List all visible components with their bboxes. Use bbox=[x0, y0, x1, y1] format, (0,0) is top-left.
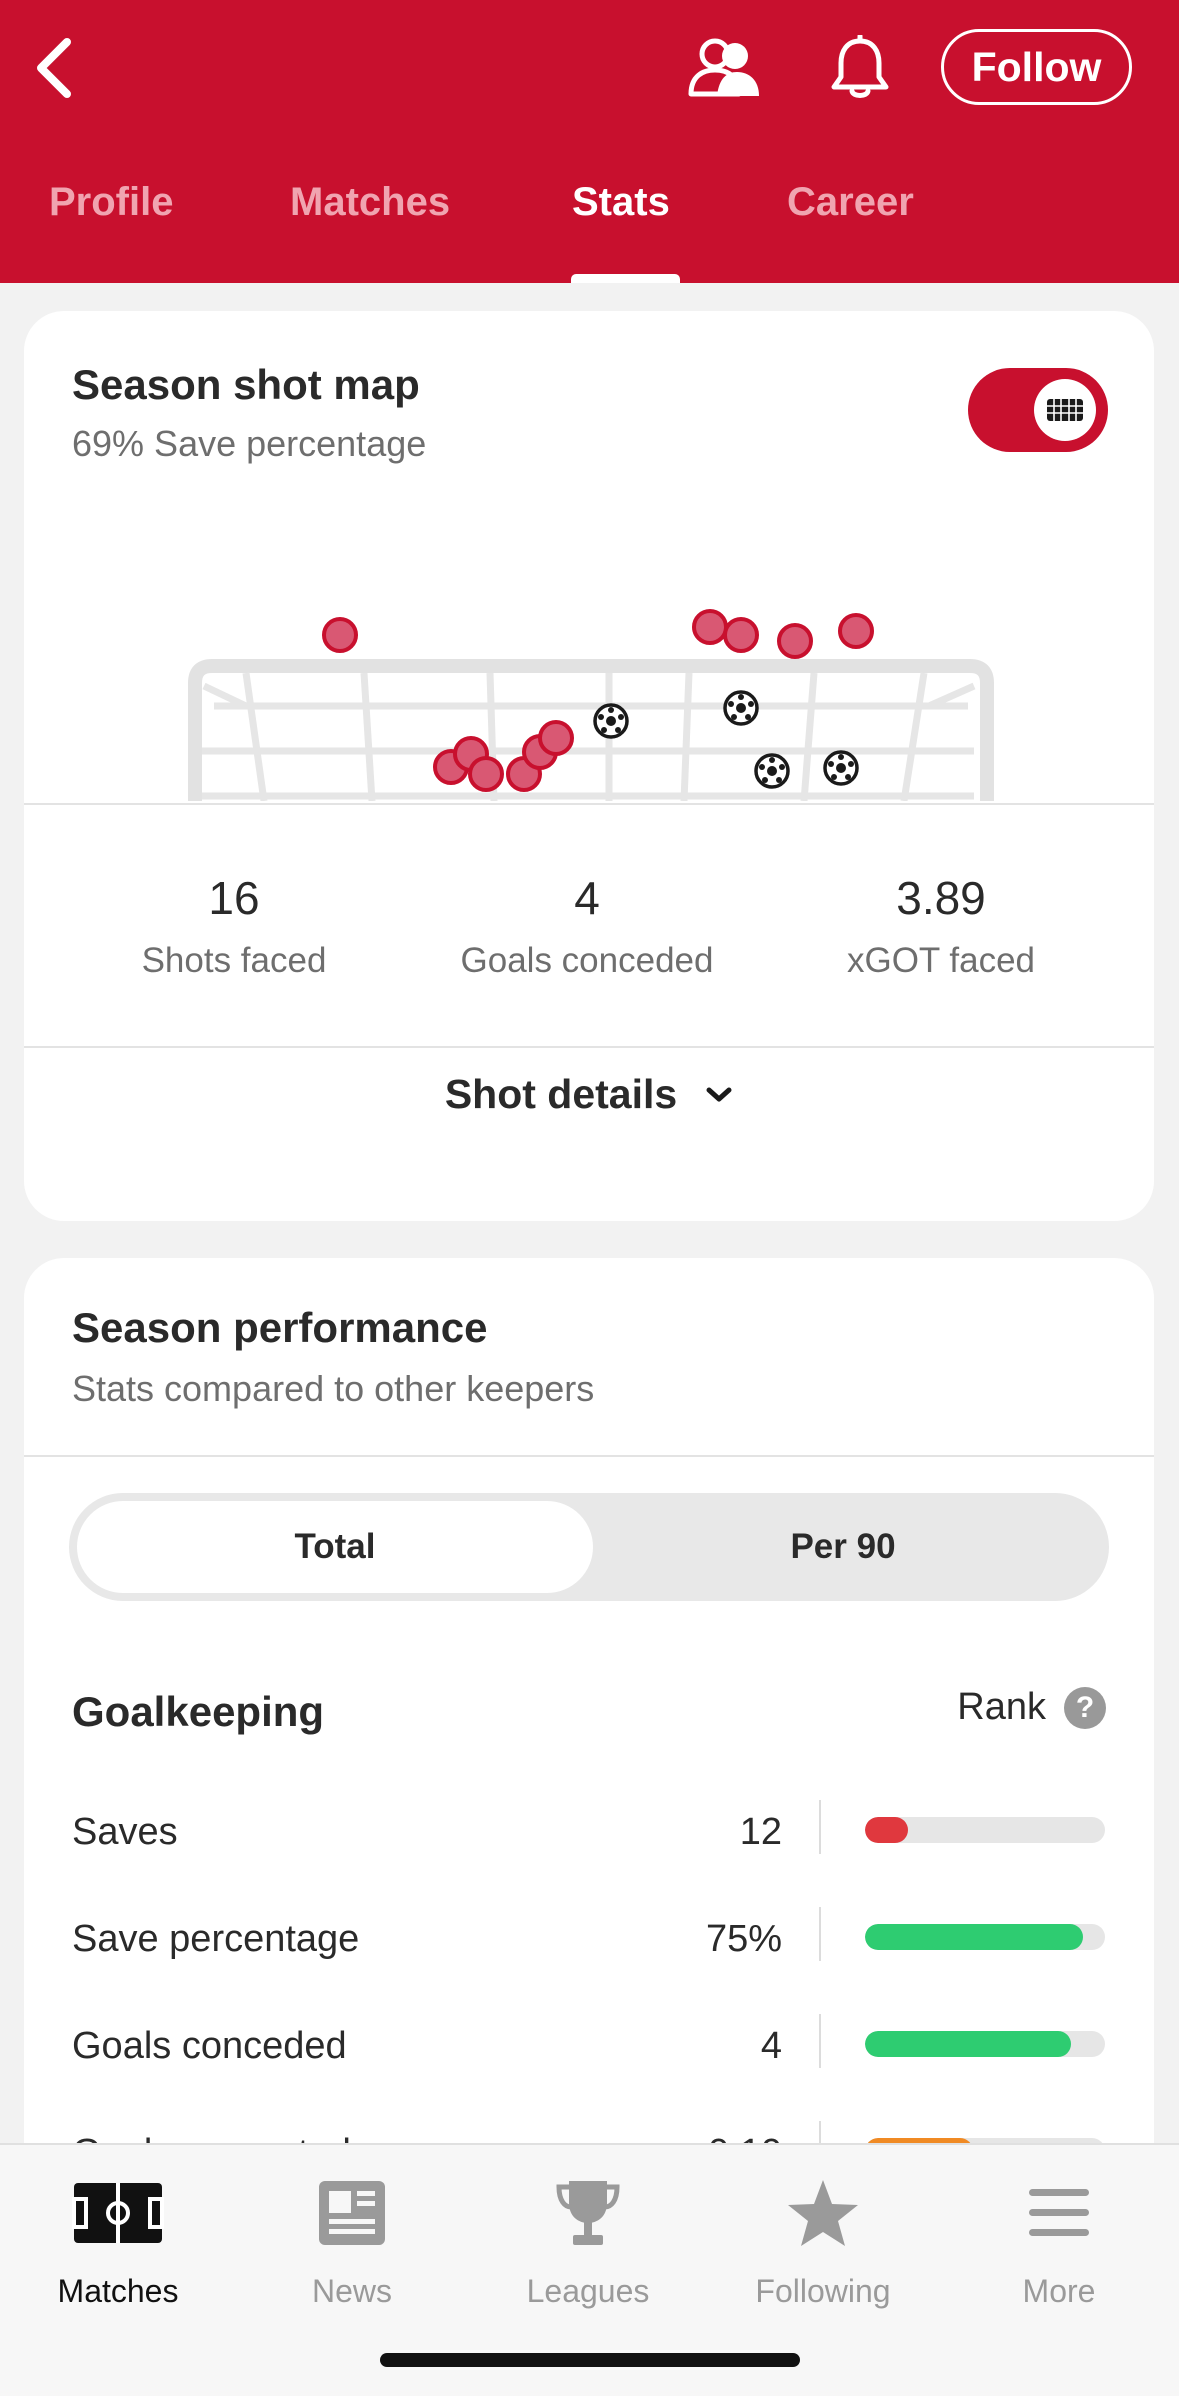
people-icon bbox=[688, 38, 759, 97]
nav-label: More bbox=[1022, 2273, 1096, 2309]
rank-bar-fill bbox=[865, 1817, 909, 1843]
nav-matches[interactable]: Matches bbox=[18, 2173, 218, 2310]
rank-bar-fill bbox=[865, 2031, 1072, 2057]
stat-row-saves[interactable]: Saves 12 bbox=[24, 1795, 1154, 1875]
saved-shot-marker[interactable] bbox=[468, 756, 504, 792]
help-icon[interactable]: ? bbox=[1064, 1686, 1106, 1729]
shot-markers bbox=[322, 609, 874, 792]
rank-label: Rank bbox=[957, 1686, 1046, 1728]
segment-per-90[interactable]: Per 90 bbox=[585, 1501, 1101, 1593]
goal-shot-map bbox=[188, 609, 994, 801]
segment-total[interactable]: Total bbox=[77, 1501, 593, 1593]
shot-map-title: Season shot map bbox=[72, 361, 420, 408]
row-separator bbox=[819, 2014, 821, 2068]
rank-bar bbox=[865, 1924, 1105, 1950]
row-separator bbox=[819, 1800, 821, 1854]
shot-details-button[interactable]: Shot details bbox=[24, 1071, 1154, 1118]
nav-more[interactable]: More bbox=[959, 2173, 1159, 2310]
newspaper-icon bbox=[302, 2173, 402, 2253]
stat-row-value: 12 bbox=[739, 1811, 782, 1853]
divider bbox=[24, 1046, 1154, 1048]
shot-map-card: Season shot map 69% Save percentage 16 S… bbox=[24, 311, 1154, 1221]
stat-row-value: 75% bbox=[705, 1918, 782, 1960]
tab-stats[interactable]: Stats bbox=[572, 180, 670, 225]
goal-net-icon bbox=[1047, 399, 1083, 421]
stat-row-save-percentage[interactable]: Save percentage 75% bbox=[24, 1902, 1154, 1982]
nav-following[interactable]: Following bbox=[723, 2173, 923, 2310]
nav-leagues[interactable]: Leagues bbox=[488, 2173, 688, 2310]
rank-bar bbox=[865, 2031, 1105, 2057]
shots-faced-label: Shots faced bbox=[141, 941, 327, 980]
toggle-knob bbox=[1034, 379, 1096, 441]
chevron-left-icon bbox=[37, 38, 71, 98]
goals-conceded-label: Goals conceded bbox=[460, 941, 714, 980]
performance-subtitle: Stats compared to other keepers bbox=[72, 1368, 595, 1409]
tab-matches[interactable]: Matches bbox=[290, 180, 450, 225]
goal-ball-icon[interactable] bbox=[823, 750, 859, 786]
nav-label: Matches bbox=[57, 2273, 179, 2309]
shot-details-label: Shot details bbox=[444, 1071, 678, 1117]
nav-label: Leagues bbox=[526, 2273, 650, 2309]
home-indicator bbox=[380, 2353, 800, 2367]
nav-label: Following bbox=[755, 2273, 891, 2309]
rank-bar-fill bbox=[865, 1924, 1084, 1950]
rank-header: Rank ? bbox=[957, 1686, 1106, 1729]
stat-row-label: Saves bbox=[72, 1811, 178, 1853]
trophy-icon bbox=[538, 2173, 638, 2253]
goal-view-toggle[interactable] bbox=[968, 368, 1108, 452]
performance-title: Season performance bbox=[72, 1304, 488, 1351]
stat-row-label: Goals conceded bbox=[72, 2025, 347, 2067]
tab-profile[interactable]: Profile bbox=[49, 180, 173, 225]
goal-ball-icon[interactable] bbox=[754, 753, 790, 789]
follow-button[interactable]: Follow bbox=[941, 29, 1132, 105]
bell-icon bbox=[831, 35, 889, 98]
saved-shot-marker[interactable] bbox=[692, 609, 728, 645]
xgot-faced-value: 3.89 bbox=[896, 872, 986, 924]
star-icon bbox=[773, 2173, 873, 2253]
app-header: Follow Profile Matches Stats Career bbox=[0, 0, 1179, 283]
menu-icon bbox=[1009, 2173, 1109, 2253]
goal-frame bbox=[188, 659, 994, 801]
shots-faced-value: 16 bbox=[208, 872, 260, 924]
rank-bar bbox=[865, 1817, 1105, 1843]
pitch-icon bbox=[68, 2173, 168, 2253]
stat-row-goals-conceded[interactable]: Goals conceded 4 bbox=[24, 2009, 1154, 2089]
divider bbox=[24, 1455, 1154, 1457]
row-separator bbox=[819, 1907, 821, 1961]
active-tab-indicator bbox=[571, 274, 680, 283]
saved-shot-marker[interactable] bbox=[322, 617, 358, 653]
nav-label: News bbox=[311, 2273, 392, 2309]
saved-shot-marker[interactable] bbox=[777, 623, 813, 659]
tab-career[interactable]: Career bbox=[787, 180, 914, 225]
goal-ball-icon[interactable] bbox=[723, 690, 759, 726]
stat-row-value: 4 bbox=[760, 2025, 782, 2067]
goalkeeping-section-title: Goalkeeping bbox=[72, 1688, 325, 1735]
save-percentage-subtitle: 69% Save percentage bbox=[72, 423, 427, 464]
squad-button[interactable] bbox=[676, 28, 766, 108]
nav-news[interactable]: News bbox=[252, 2173, 452, 2310]
saved-shot-marker[interactable] bbox=[723, 617, 759, 653]
total-per90-segmented-control: Total Per 90 bbox=[69, 1493, 1109, 1601]
goal-ball-icon[interactable] bbox=[593, 703, 629, 739]
chevron-down-icon bbox=[706, 1087, 732, 1101]
stat-row-label: Save percentage bbox=[72, 1918, 360, 1960]
back-button[interactable] bbox=[18, 28, 88, 108]
goals-conceded-value: 4 bbox=[574, 872, 600, 924]
notifications-button[interactable] bbox=[815, 28, 905, 108]
divider bbox=[24, 803, 1154, 805]
xgot-faced-label: xGOT faced bbox=[846, 941, 1036, 980]
saved-shot-marker[interactable] bbox=[538, 720, 574, 756]
goal-net bbox=[202, 672, 976, 801]
saved-shot-marker[interactable] bbox=[838, 613, 874, 649]
